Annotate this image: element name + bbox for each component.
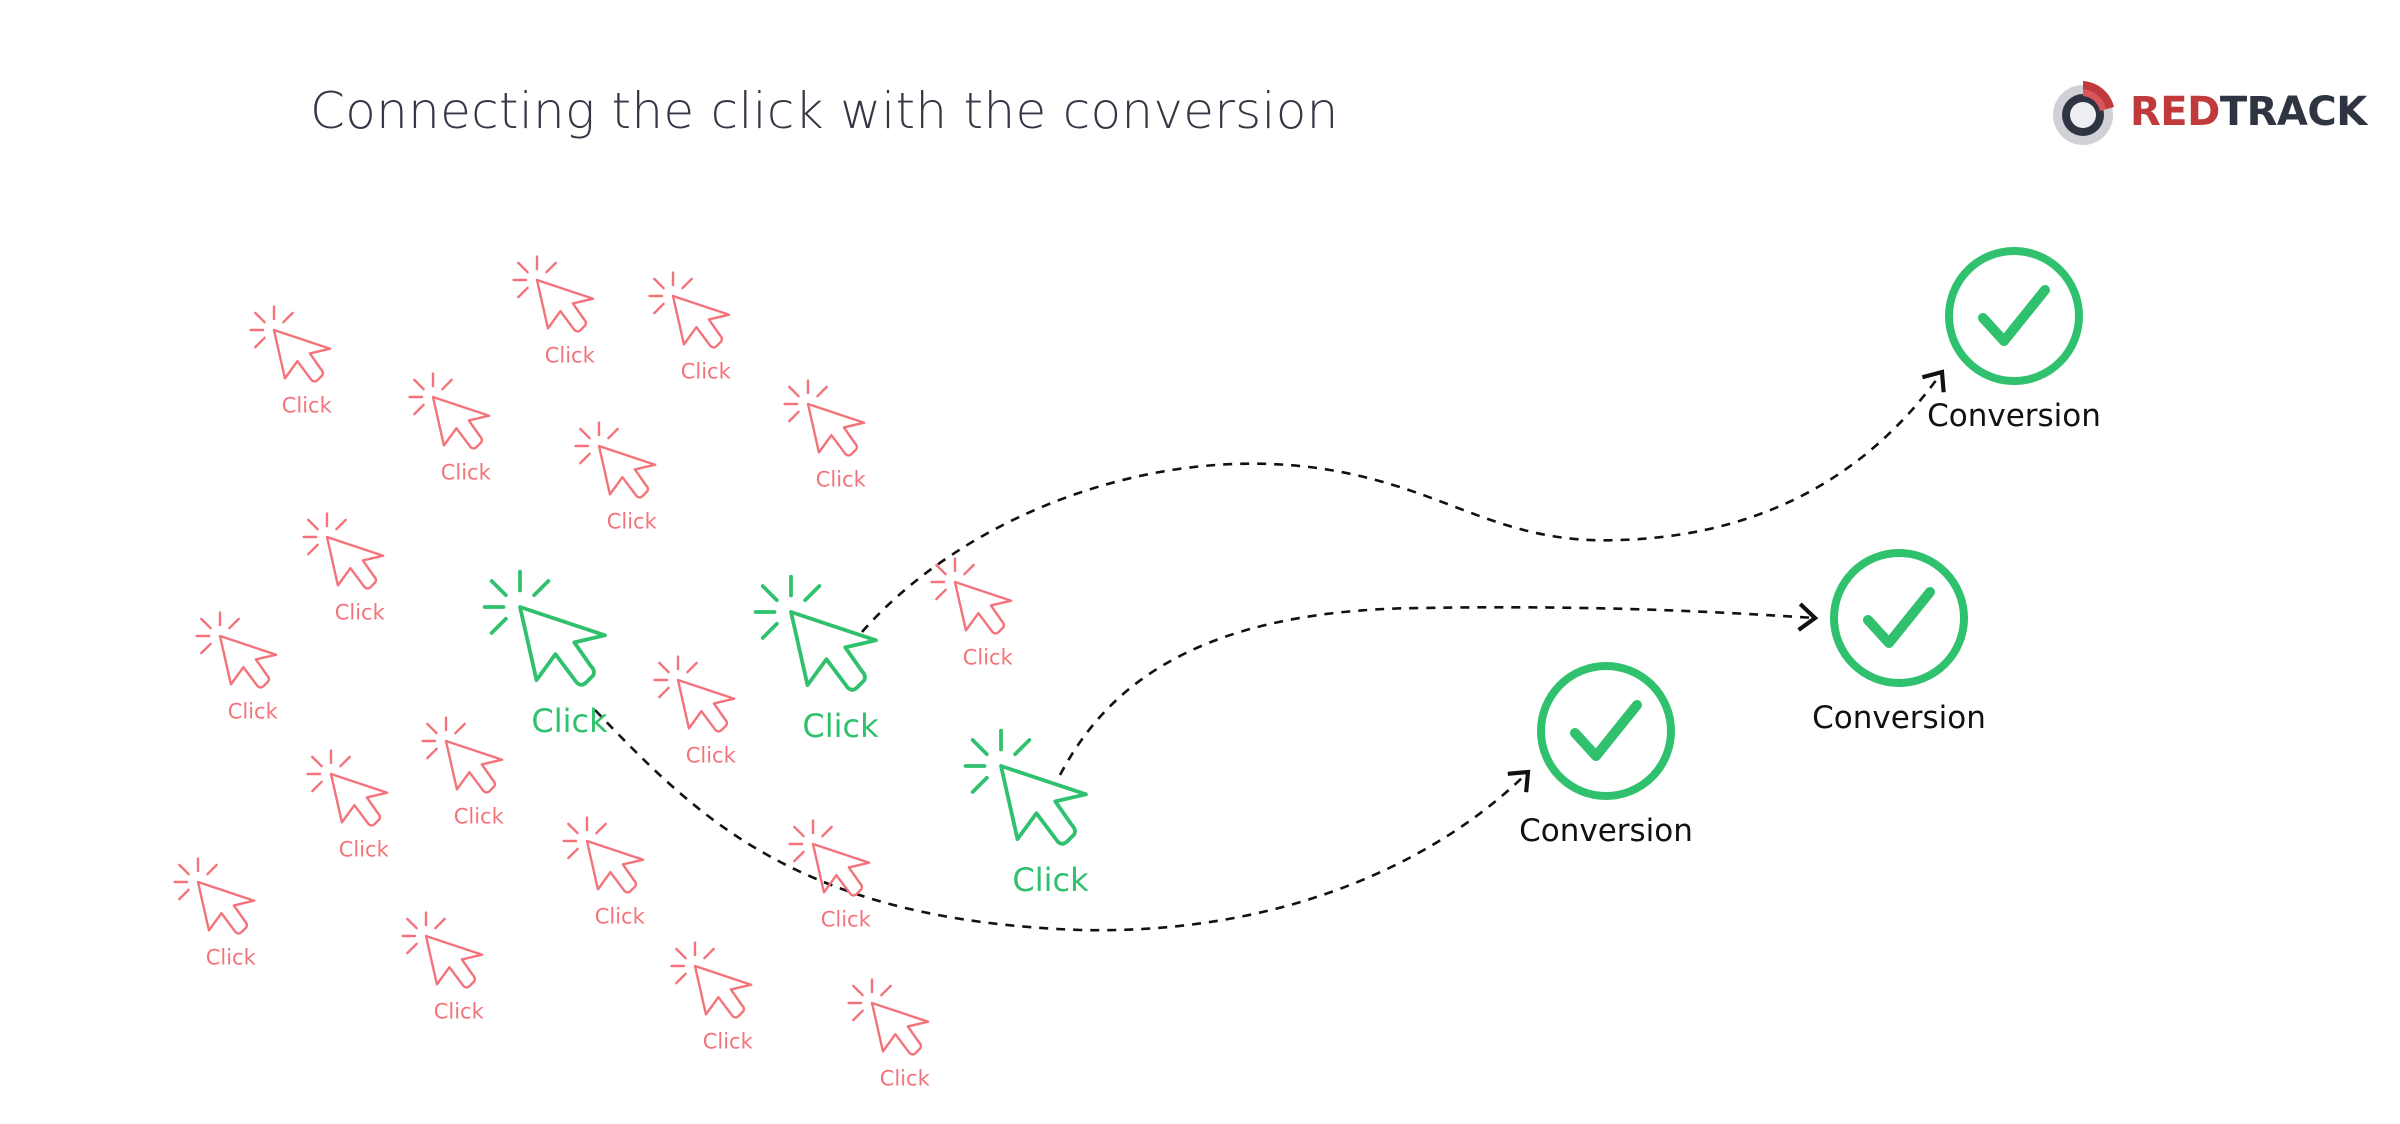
- click-label: Click: [880, 1067, 931, 1091]
- muted-click: Click: [562, 816, 646, 929]
- cursor-arrow-icon: [218, 634, 278, 689]
- cursor-arrow-icon: [671, 294, 731, 349]
- click-label: Click: [282, 394, 333, 418]
- click-rays-icon: [421, 716, 466, 760]
- connector-line-2: [861, 369, 1946, 633]
- cursor-arrow-icon: [272, 328, 332, 383]
- cursor-arrow-icon: [424, 934, 484, 989]
- click-label: Click: [607, 510, 658, 534]
- cursor-arrow-icon: [329, 772, 389, 827]
- click-label: Click: [454, 805, 505, 829]
- cursor-arrow-icon: [196, 880, 256, 935]
- click-label: Click: [821, 908, 872, 932]
- click-rays-icon: [173, 857, 218, 901]
- cursor-arrow-icon: [693, 964, 753, 1019]
- cursor-arrow-icon: [444, 739, 504, 794]
- cursor-arrow-icon: [676, 678, 736, 733]
- muted-click: Click: [574, 421, 658, 534]
- click-rays-icon: [847, 978, 892, 1022]
- muted-click: Click: [930, 557, 1014, 670]
- click-label: Click: [434, 1000, 485, 1024]
- click-label: Click: [339, 838, 390, 862]
- cursor-arrow-icon: [535, 278, 595, 333]
- cursor-arrow-icon: [953, 580, 1013, 635]
- cursor-arrow-icon: [806, 402, 866, 457]
- conversion-3: Conversion: [1519, 662, 1693, 849]
- conversion-1: Conversion: [1927, 247, 2101, 434]
- click-label: Click: [703, 1030, 754, 1054]
- active-click-2: Click: [753, 574, 879, 745]
- muted-click: Click: [195, 611, 279, 724]
- click-rays-icon: [482, 569, 551, 635]
- cursor-arrow-icon: [431, 395, 491, 450]
- click-rays-icon: [562, 816, 607, 860]
- muted-click: Click: [421, 716, 505, 829]
- cursor-arrow-icon: [585, 839, 645, 894]
- click-label: Click: [228, 700, 279, 724]
- cursor-arrow-icon: [518, 605, 607, 687]
- click-label: Click: [335, 601, 386, 625]
- click-label: Click: [595, 905, 646, 929]
- click-rays-icon: [512, 255, 557, 299]
- check-circle-icon: [1945, 247, 2083, 385]
- click-rays-icon: [963, 728, 1032, 794]
- click-rays-icon: [670, 941, 715, 985]
- click-rays-icon: [788, 819, 833, 863]
- muted-click: Click: [512, 255, 596, 368]
- click-rays-icon: [753, 574, 822, 640]
- muted-click: Click: [249, 305, 333, 418]
- check-circle-icon: [1537, 662, 1675, 800]
- checkmark-icon: [1863, 587, 1935, 648]
- cursor-arrow-icon: [870, 1001, 930, 1056]
- diagram-canvas: Click Click Click Click Click Click Click Click…: [173, 247, 2101, 1091]
- click-label: Click: [963, 646, 1014, 670]
- muted-click: Click: [653, 655, 737, 768]
- click-label: Click: [531, 702, 608, 740]
- click-label: Click: [681, 360, 732, 384]
- click-label: Click: [545, 344, 596, 368]
- cursor-arrow-icon: [597, 444, 657, 499]
- click-rays-icon: [653, 655, 698, 699]
- conversion-2: Conversion: [1812, 549, 1986, 736]
- click-rays-icon: [302, 512, 347, 556]
- muted-click: Click: [173, 857, 257, 970]
- click-label: Click: [686, 744, 737, 768]
- connector-line-3: [1058, 602, 1819, 776]
- click-rays-icon: [930, 557, 975, 601]
- muted-click: Click: [408, 372, 492, 485]
- connectors: [594, 369, 1946, 932]
- click-rays-icon: [195, 611, 240, 655]
- muted-click: Click: [302, 512, 386, 625]
- checkmark-icon: [1978, 285, 2050, 346]
- conversion-label: Conversion: [1519, 813, 1693, 849]
- click-rays-icon: [574, 421, 619, 465]
- click-label: Click: [441, 461, 492, 485]
- muted-click: Click: [847, 978, 931, 1091]
- click-label: Click: [206, 946, 257, 970]
- conversion-label: Conversion: [1812, 700, 1986, 736]
- click-rays-icon: [401, 911, 446, 955]
- conversion-label: Conversion: [1927, 398, 2101, 434]
- click-rays-icon: [306, 749, 351, 793]
- click-rays-icon: [648, 271, 693, 315]
- check-circle-icon: [1830, 549, 1968, 687]
- conversions: Conversion Conversion Conversion: [1519, 247, 2101, 849]
- muted-click: Click: [670, 941, 754, 1054]
- checkmark-icon: [1570, 700, 1642, 761]
- click-label: Click: [816, 468, 867, 492]
- muted-click: Click: [401, 911, 485, 1024]
- muted-click: Click: [783, 379, 867, 492]
- cursor-arrow-icon: [999, 764, 1088, 846]
- click-label: Click: [802, 707, 879, 745]
- click-rays-icon: [408, 372, 453, 416]
- cursor-arrow-icon: [325, 535, 385, 590]
- cursor-arrow-icon: [789, 610, 878, 692]
- muted-click: Click: [648, 271, 732, 384]
- click-label: Click: [1012, 861, 1089, 899]
- click-rays-icon: [783, 379, 828, 423]
- muted-click: Click: [306, 749, 390, 862]
- click-rays-icon: [249, 305, 294, 349]
- muted-click: Click: [788, 819, 872, 932]
- active-click-1: Click: [482, 569, 608, 740]
